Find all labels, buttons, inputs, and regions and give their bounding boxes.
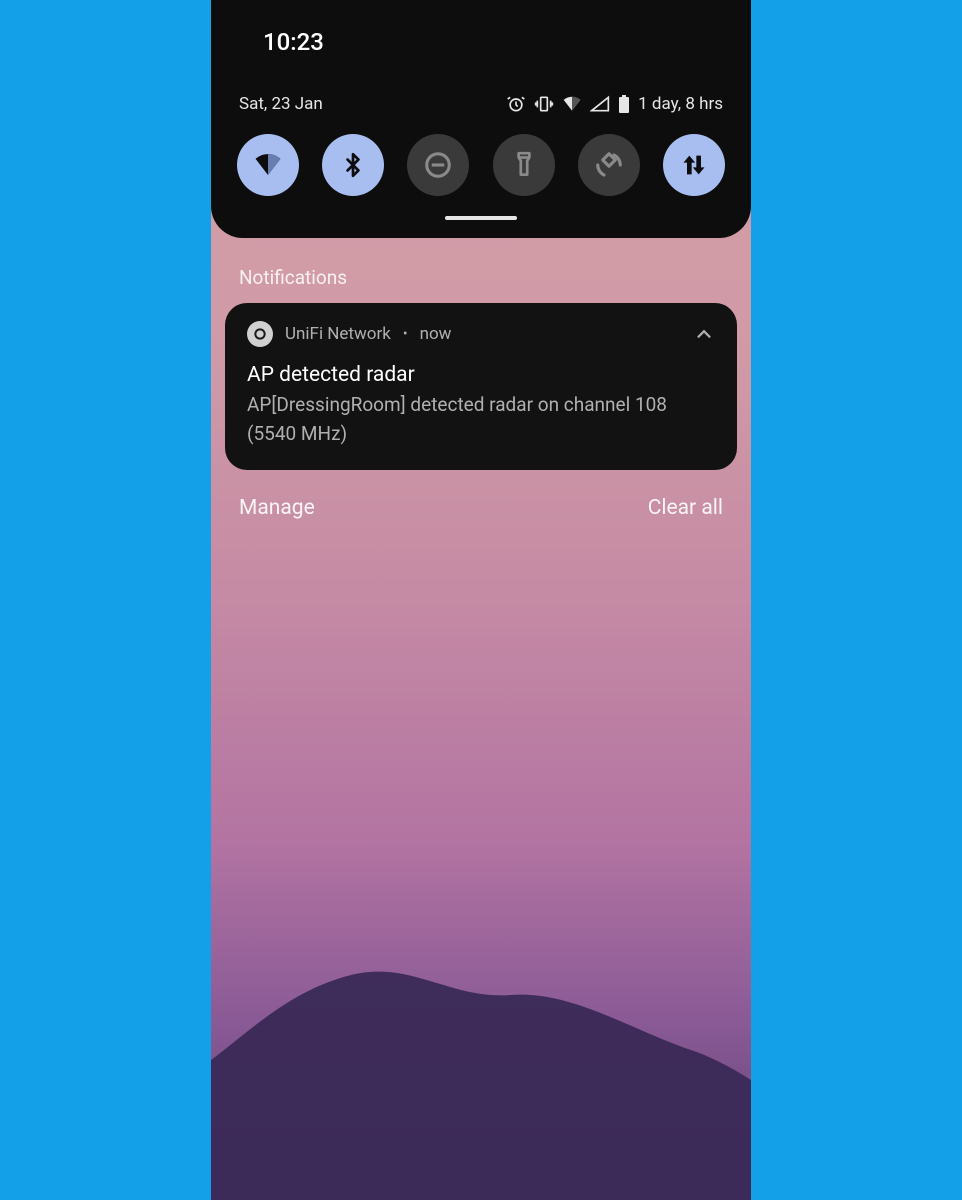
status-icons: 1 day, 8 hrs <box>506 94 723 114</box>
separator-dot: • <box>403 326 408 342</box>
notification-body: AP[DressingRoom] detected radar on chann… <box>247 391 715 448</box>
dnd-icon <box>423 150 453 180</box>
vibrate-icon <box>534 94 554 114</box>
tile-dnd[interactable] <box>407 134 469 196</box>
notification-app-name: UniFi Network <box>285 324 391 344</box>
clock-time: 10:23 <box>235 28 727 56</box>
manage-button[interactable]: Manage <box>239 496 315 520</box>
tile-data[interactable] <box>663 134 725 196</box>
bluetooth-icon <box>340 150 366 180</box>
tile-bluetooth[interactable] <box>322 134 384 196</box>
quick-tiles <box>235 134 727 196</box>
status-date: Sat, 23 Jan <box>239 94 323 114</box>
notification-header: UniFi Network • now <box>247 321 715 347</box>
phone-screen: 10:23 Sat, 23 Jan <box>211 0 751 1200</box>
notification-shade-panel[interactable]: 10:23 Sat, 23 Jan <box>211 0 751 238</box>
wifi-icon <box>253 152 283 178</box>
wallpaper-mountain <box>211 880 751 1200</box>
alarm-icon <box>506 94 526 114</box>
tile-flashlight[interactable] <box>493 134 555 196</box>
tile-autorotate[interactable] <box>578 134 640 196</box>
notification-card[interactable]: UniFi Network • now AP detected radar AP… <box>225 303 737 470</box>
shade-drag-handle[interactable] <box>445 216 517 220</box>
circle-icon <box>252 326 268 342</box>
autorotate-icon <box>594 150 624 180</box>
notification-title: AP detected radar <box>247 363 715 387</box>
status-row: Sat, 23 Jan <box>235 94 727 114</box>
app-icon <box>247 321 273 347</box>
wifi-icon <box>562 95 582 113</box>
chevron-up-icon[interactable] <box>693 323 715 345</box>
data-swap-icon <box>680 151 708 179</box>
signal-icon <box>590 95 610 113</box>
tile-wifi[interactable] <box>237 134 299 196</box>
notification-time: now <box>420 324 452 344</box>
clear-all-button[interactable]: Clear all <box>648 496 723 520</box>
notifications-label: Notifications <box>239 266 723 289</box>
flashlight-icon <box>511 150 537 180</box>
battery-text: 1 day, 8 hrs <box>638 94 723 114</box>
notification-footer: Manage Clear all <box>239 496 723 520</box>
battery-icon <box>618 94 630 114</box>
